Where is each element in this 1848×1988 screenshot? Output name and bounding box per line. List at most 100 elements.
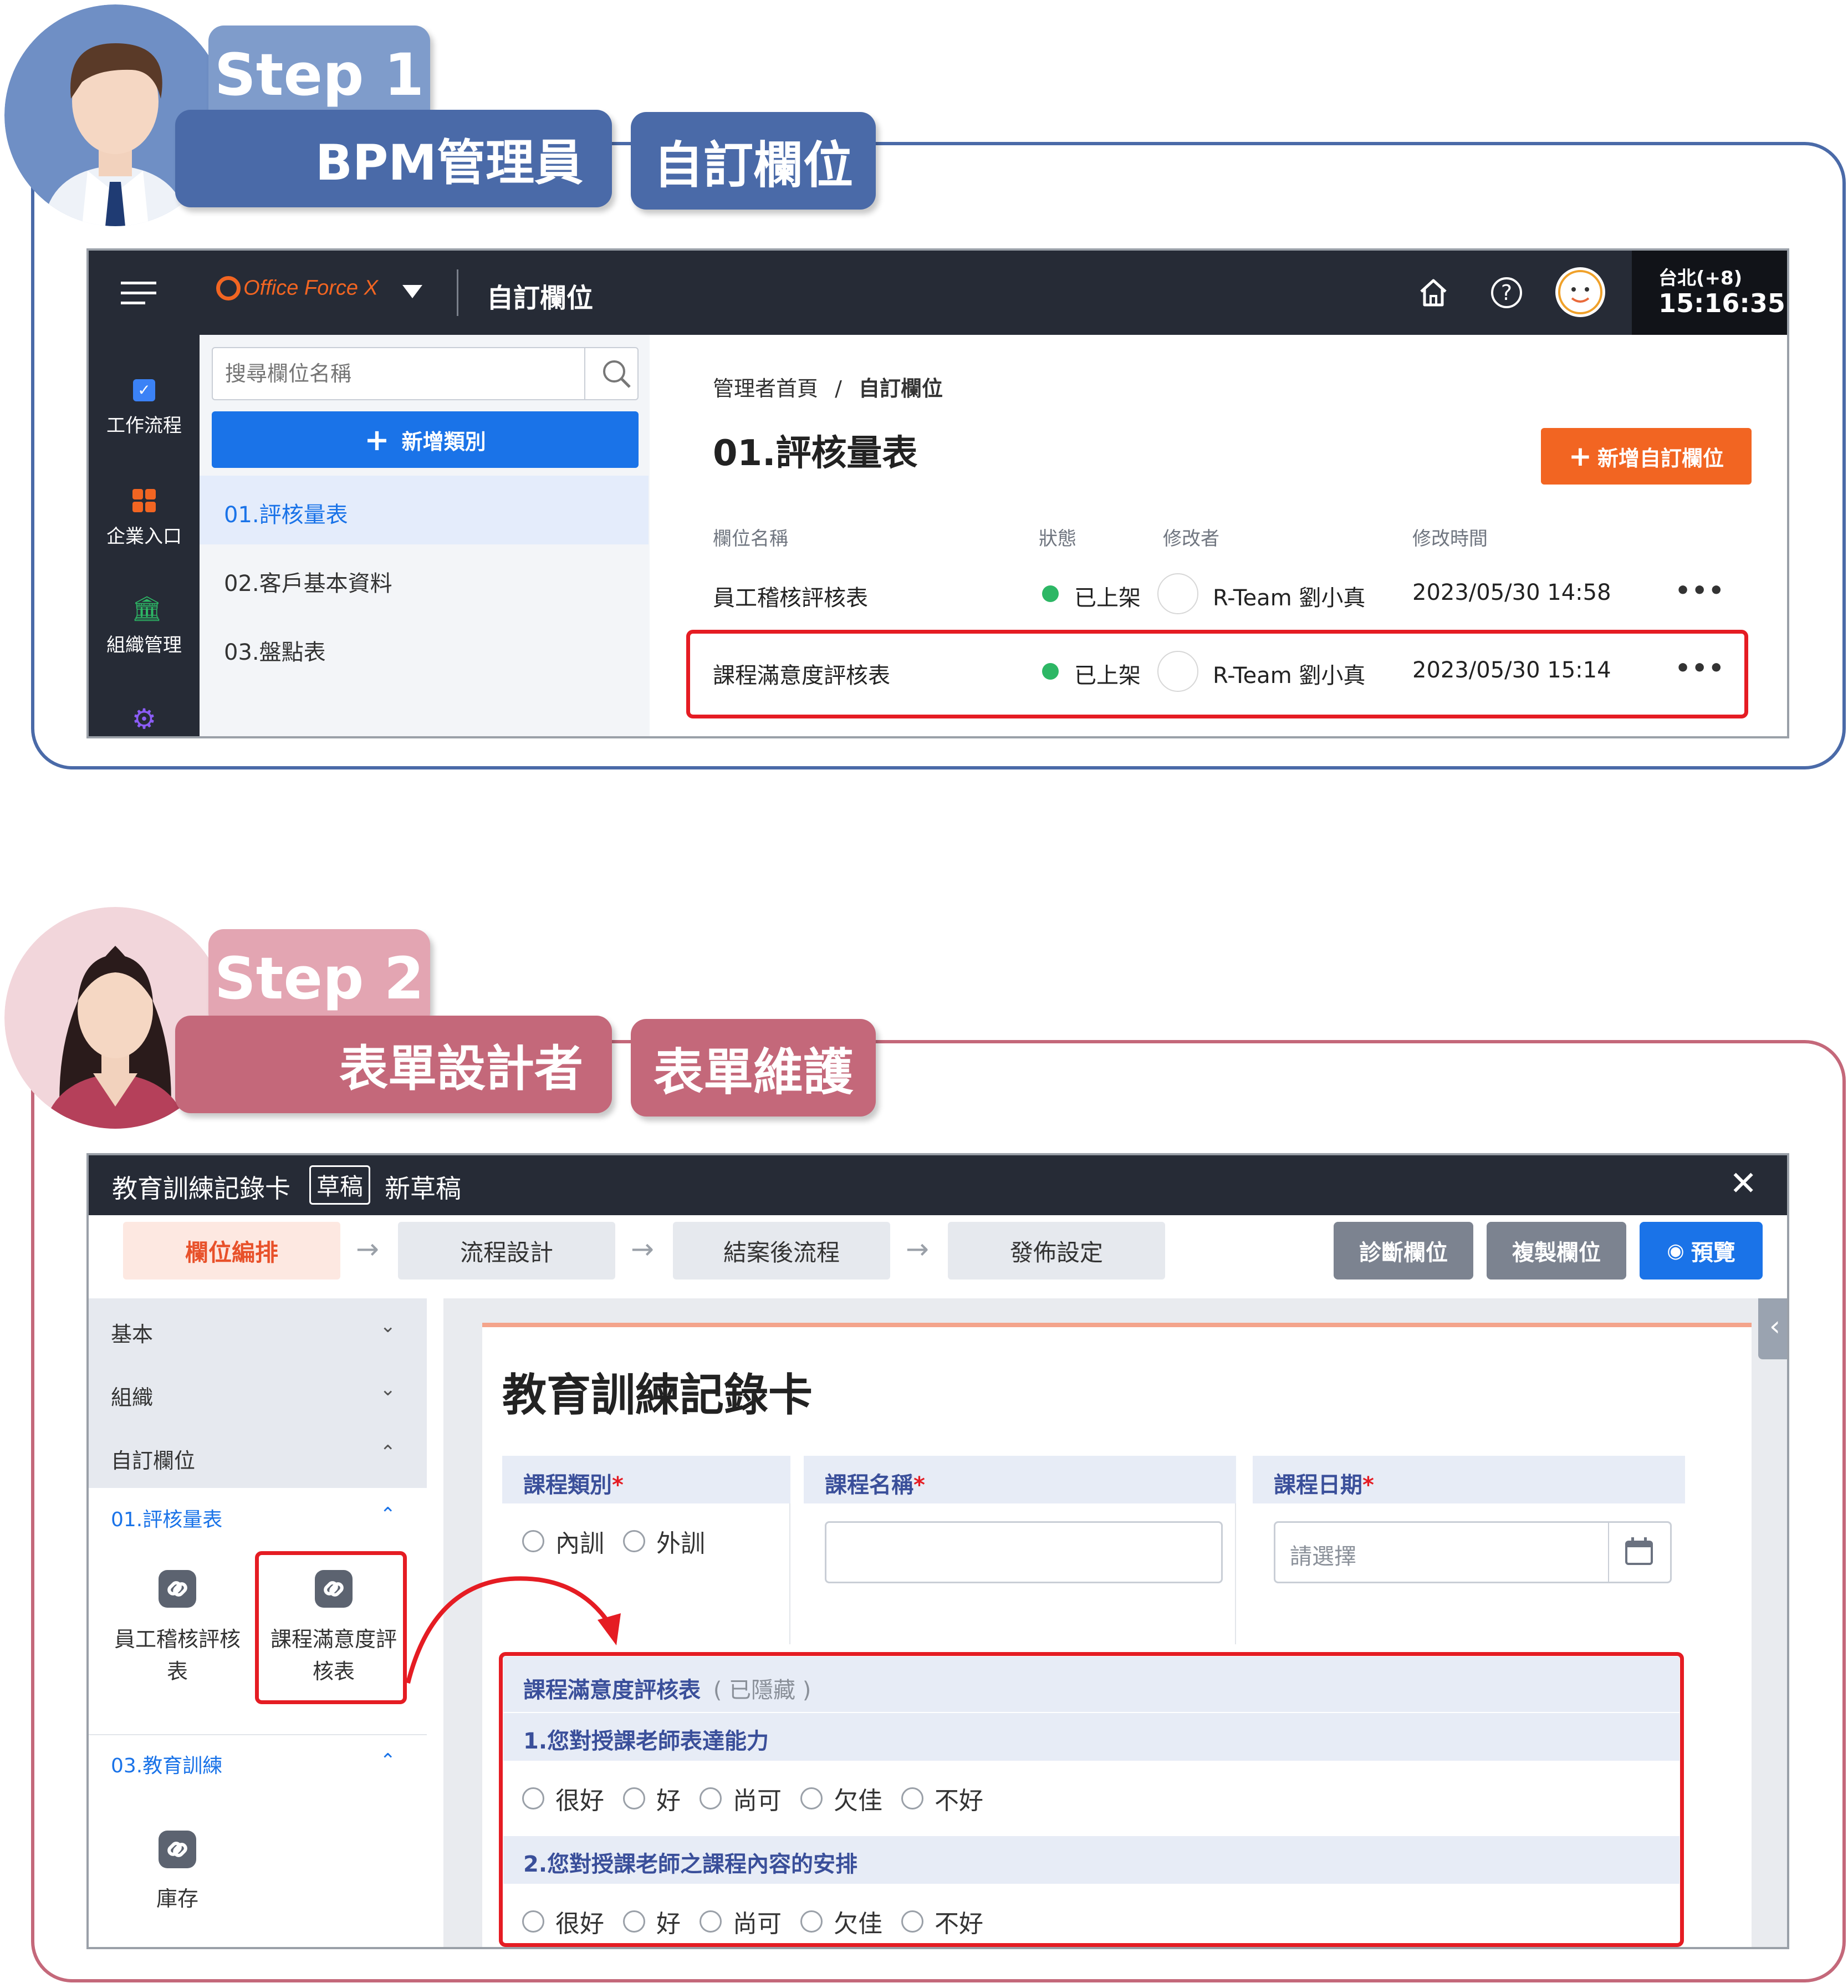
palette-item-employee-audit[interactable]: 員工稽核評核表 [105,1570,249,1703]
highlight-box [686,630,1748,718]
logo-text: Office Force X [243,276,378,300]
accordion-basic[interactable]: 基本 ⌄ [89,1298,427,1363]
row-time: 2023/05/30 14:58 [1412,580,1611,605]
col-header-time: 修改時間 [1412,528,1488,550]
category-item-01[interactable]: 01.評核量表 [200,476,649,544]
step1-feature: 自訂欄位 [631,112,876,210]
add-field-label: 新增自訂欄位 [1597,446,1724,471]
nav-portal[interactable]: 企業入口 [89,489,200,548]
search-divider [584,348,585,399]
clock-panel: 台北(+8) 15:16:35 [1632,251,1787,335]
highlight-box [499,1652,1684,1947]
accordion-label: 基本 [111,1322,154,1347]
menu-icon[interactable] [121,281,156,305]
row-editor: R-Team 劉小真 [1213,585,1366,611]
category-item-03[interactable]: 03.盤點表 [200,613,649,682]
link-icon [159,1831,196,1868]
col-header-status: 狀態 [1039,528,1076,550]
topbar-divider [457,269,458,316]
tab-field-layout[interactable]: 欄位編排 [123,1222,340,1280]
chevron-up-icon: ⌃ [380,1503,396,1526]
timezone: 台北(+8) [1658,267,1743,289]
date-picker[interactable]: 請選擇 [1274,1521,1672,1583]
nav-settings[interactable]: ⚙ [89,705,200,733]
page-heading: 01.評核量表 [713,433,918,474]
row-name: 員工稽核評核表 [713,585,868,611]
highlight-box [255,1551,407,1704]
chevron-down-icon: ⌄ [380,1378,396,1400]
category-label: 02.客戶基本資料 [224,571,392,597]
breadcrumb-current: 自訂欄位 [859,376,943,401]
step1-role: BPM管理員 [175,110,612,207]
breadcrumb: 管理者首頁 / 自訂欄位 [713,371,943,402]
editor-avatar [1157,573,1198,614]
search-icon[interactable] [601,358,632,389]
close-icon[interactable]: ✕ [1729,1164,1757,1203]
chevron-up-icon: ⌃ [380,1750,396,1772]
tab-flow-design[interactable]: 流程設計 [398,1222,615,1280]
step-arrow: → [631,1233,654,1265]
add-field-button[interactable]: + 新增自訂欄位 [1541,428,1752,485]
search-field[interactable] [212,347,639,400]
radio-internal[interactable] [522,1530,544,1552]
row-status: 已上架 [1074,585,1141,611]
step2-label: Step 2 [208,929,430,1028]
copy-fields-button[interactable]: 複製欄位 [1487,1222,1626,1280]
main-content: 管理者首頁 / 自訂欄位 01.評核量表 + 新增自訂欄位 欄位名稱 狀態 修改… [650,335,1787,736]
nav-portal-label: 企業入口 [106,526,182,548]
user-avatar[interactable] [1555,267,1605,317]
field-course-date: 課程日期* 請選擇 [1253,1456,1685,1644]
step-arrow: → [906,1233,929,1265]
draft-name: 新草稿 [385,1174,461,1204]
step2-feature: 表單維護 [631,1019,876,1117]
preview-button[interactable]: ◉ 預覽 [1640,1222,1763,1280]
collapse-panel-button[interactable]: ‹ [1758,1298,1787,1359]
home-icon[interactable] [1417,276,1450,309]
custom-field-screen: Office Force X 自訂欄位 ? 台北(+8) 15:16:35 ✓ … [86,248,1789,738]
page-title: 自訂欄位 [487,283,594,314]
drag-arrow [406,1576,621,1684]
category-item-02[interactable]: 02.客戶基本資料 [200,544,649,613]
nav-workflow[interactable]: ✓ 工作流程 [89,379,200,437]
help-icon[interactable]: ? [1491,277,1522,308]
plus-icon: + [1569,440,1592,472]
category-panel: + 新增類別 01.評核量表 02.客戶基本資料 03.盤點表 [200,335,651,736]
group-03[interactable]: 03.教育訓練 ⌃ [89,1734,427,1790]
date-placeholder: 請選擇 [1290,1544,1356,1569]
clock-time: 15:16:35 [1658,288,1785,318]
course-name-input[interactable] [825,1521,1223,1583]
field-label: 課程名稱* [825,1472,925,1498]
link-icon [159,1570,196,1608]
group-01[interactable]: 01.評核量表 ⌃ [89,1488,427,1543]
draft-badge: 草稿 [309,1165,371,1205]
nav-org[interactable]: 🏛 組織管理 [89,597,200,657]
group-label: 01.評核量表 [111,1508,223,1531]
breadcrumb-home[interactable]: 管理者首頁 [713,376,818,401]
table-row[interactable]: 員工稽核評核表 已上架 R-Team 劉小真 2023/05/30 14:58 … [650,568,1787,629]
field-course-name: 課程名稱* [804,1456,1236,1644]
more-options-icon[interactable]: ••• [1675,577,1725,605]
palette-item-label: 庫存 [156,1887,198,1911]
palette-item-inventory[interactable]: 庫存 [105,1831,249,1930]
radio-external[interactable] [623,1530,645,1552]
app-logo[interactable]: Office Force X [216,276,378,309]
field-label: 課程日期* [1274,1472,1374,1498]
date-divider [1608,1523,1609,1582]
plus-icon: + [364,422,390,457]
search-input[interactable] [213,348,579,399]
portal-icon [132,489,156,512]
accordion-label: 組織 [111,1385,154,1410]
tab-post-close-flow[interactable]: 結案後流程 [673,1222,890,1280]
left-nav: ✓ 工作流程 企業入口 🏛 組織管理 ⚙ [89,335,200,736]
preview-label: 預覽 [1691,1240,1735,1266]
add-category-button[interactable]: + 新增類別 [212,411,639,468]
nav-org-label: 組織管理 [106,634,182,656]
tab-publish-settings[interactable]: 發佈設定 [948,1222,1165,1280]
form-name: 教育訓練記錄卡 [112,1174,290,1204]
col-header-editor: 修改者 [1163,528,1219,550]
accordion-custom[interactable]: 自訂欄位 ⌃ [89,1425,427,1489]
diagnose-fields-button[interactable]: 診斷欄位 [1334,1222,1473,1280]
chevron-down-icon[interactable] [402,285,422,298]
accordion-org[interactable]: 組織 ⌄ [89,1362,427,1426]
calendar-icon[interactable] [1625,1537,1653,1565]
